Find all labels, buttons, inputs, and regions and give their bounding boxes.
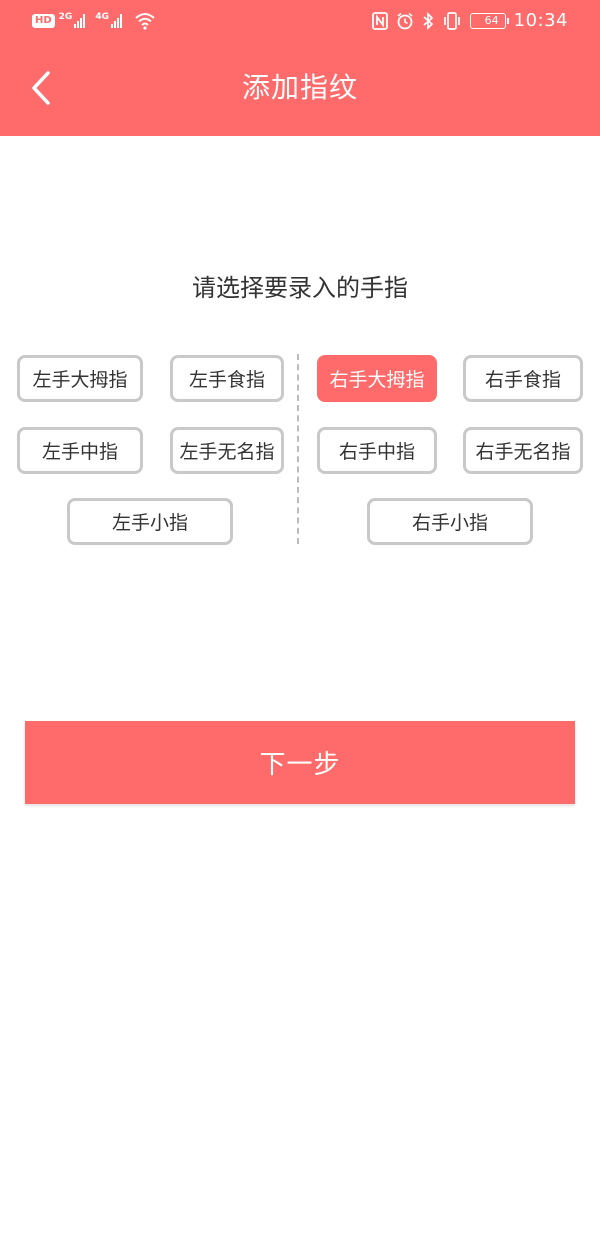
- status-right: 64 10:34: [371, 10, 568, 31]
- right-thumb-button[interactable]: 右手大拇指: [317, 355, 437, 402]
- nfc-icon: [371, 11, 388, 30]
- sim1-network-label: 2G: [58, 12, 73, 22]
- left-ring-button[interactable]: 左手无名指: [170, 427, 284, 474]
- hd-badge: HD: [32, 14, 55, 28]
- wifi-icon: [135, 13, 155, 30]
- page-title: 添加指纹: [241, 71, 358, 104]
- hand-divider: [297, 354, 299, 544]
- app-header: HD 2G 4G 64 10:34 添加指纹: [0, 0, 600, 136]
- battery-icon: 64: [469, 12, 509, 29]
- right-index-button[interactable]: 右手食指: [463, 355, 583, 402]
- left-thumb-button[interactable]: 左手大拇指: [17, 355, 143, 402]
- right-middle-button[interactable]: 右手中指: [317, 427, 437, 474]
- left-index-button[interactable]: 左手食指: [170, 355, 284, 402]
- left-little-button[interactable]: 左手小指: [67, 498, 233, 545]
- next-step-button[interactable]: 下一步: [25, 721, 575, 804]
- vibrate-icon: [443, 11, 460, 30]
- finger-select-prompt: 请选择要录入的手指: [192, 274, 408, 302]
- left-middle-button[interactable]: 左手中指: [17, 427, 143, 474]
- status-time: 10:34: [513, 10, 568, 31]
- sim2-signal-icon: [110, 14, 122, 28]
- alarm-icon: [397, 12, 413, 29]
- status-left: HD 2G 4G: [32, 12, 156, 30]
- sim2-network-label: 4G: [95, 12, 109, 22]
- right-little-button[interactable]: 右手小指: [367, 498, 533, 545]
- status-bar: HD 2G 4G 64 10:34: [0, 0, 600, 44]
- bluetooth-icon: [423, 11, 433, 30]
- right-ring-button[interactable]: 右手无名指: [463, 427, 583, 474]
- sim1-signal-icon: [74, 14, 86, 28]
